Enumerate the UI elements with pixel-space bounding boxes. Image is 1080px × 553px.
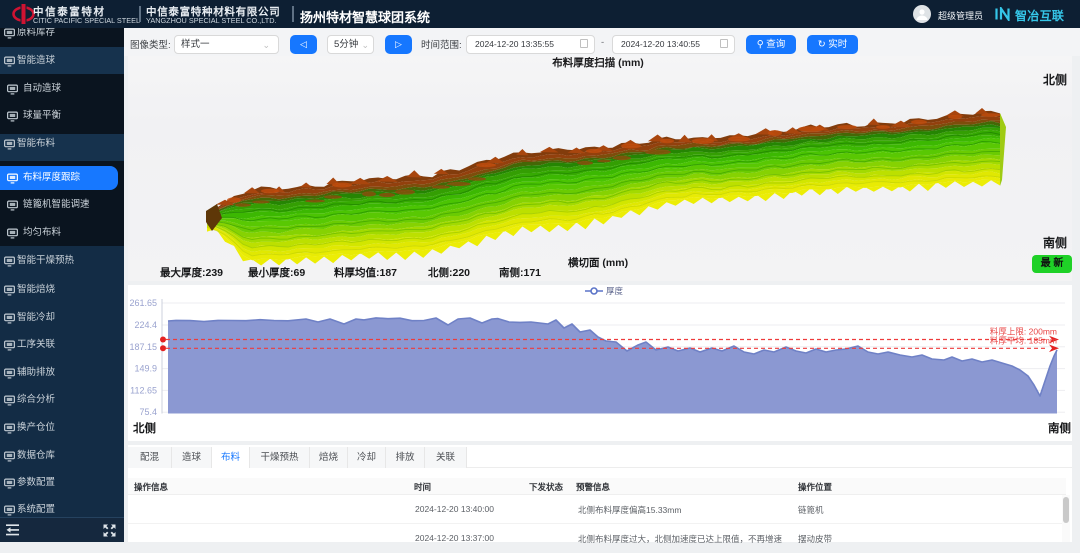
svg-text:187.15: 187.15: [129, 342, 157, 352]
svg-text:224.4: 224.4: [134, 320, 157, 330]
svg-text:112.65: 112.65: [130, 385, 157, 395]
svg-text:149.9: 149.9: [134, 364, 157, 374]
svg-text:261.65: 261.65: [129, 298, 157, 308]
svg-text:75.4: 75.4: [139, 407, 157, 417]
svg-text:料厚平均: 185mm: 料厚平均: 185mm: [990, 336, 1057, 346]
svg-text:厚度: 厚度: [606, 286, 624, 296]
